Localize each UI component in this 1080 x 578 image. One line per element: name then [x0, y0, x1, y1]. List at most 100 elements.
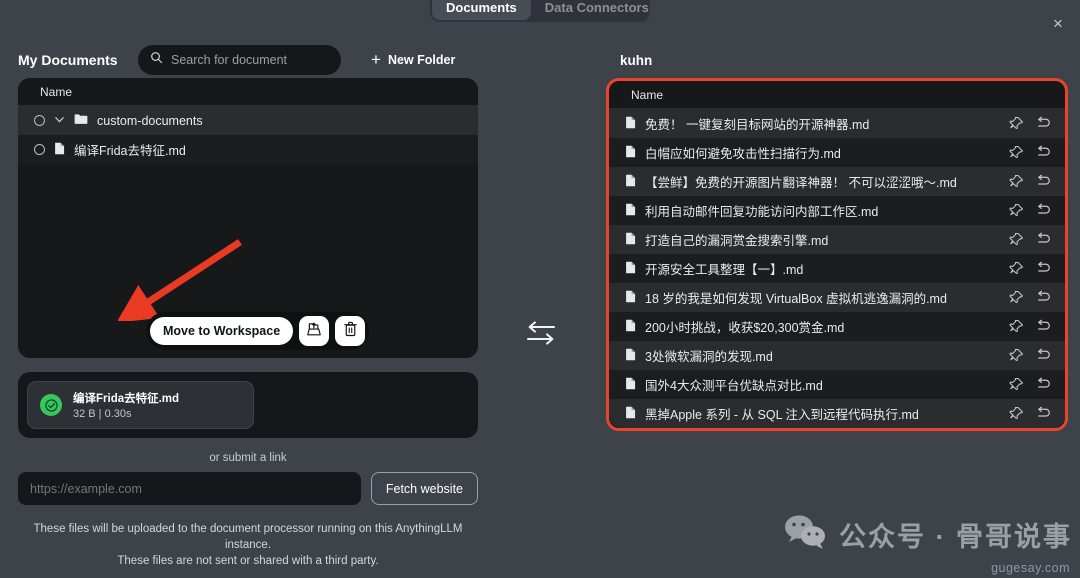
upload-item-text: 编译Frida去特征.md 32 B | 0.30s: [73, 390, 179, 420]
table-row[interactable]: 国外4大众测平台优缺点对比.md: [609, 370, 1065, 399]
pin-icon[interactable]: [1008, 348, 1025, 363]
search-box[interactable]: [138, 45, 341, 75]
move-to-workspace-button[interactable]: Move to Workspace: [150, 317, 294, 345]
watermark-url: gugesay.com: [991, 561, 1070, 575]
pin-icon[interactable]: [1008, 203, 1025, 218]
search-input[interactable]: [171, 53, 329, 67]
annotation-arrow-icon: [118, 239, 242, 321]
move-to-folder-button[interactable]: [299, 316, 330, 346]
plus-icon: +: [371, 50, 381, 69]
remove-from-workspace-icon[interactable]: [1034, 377, 1051, 392]
upload-filename: 编译Frida去特征.md: [73, 393, 180, 405]
pin-icon[interactable]: [1008, 261, 1025, 276]
fetch-website-button[interactable]: Fetch website: [370, 472, 478, 505]
table-row[interactable]: 利用自动邮件回复功能访问内部工作区.md: [609, 196, 1065, 225]
tab-documents[interactable]: Documents: [432, 0, 531, 20]
row-label: 黑掉Apple 系列 - 从 SQL 注入到远程代码执行.md: [645, 408, 919, 422]
move-to-workspace-label: Move to Workspace: [163, 324, 281, 338]
tab-data-connectors-label: Data Connectors: [544, 0, 649, 15]
row-label: 开源安全工具整理【一】.md: [645, 263, 804, 277]
workspace-column: kuhn Name 免费！ 一键复刻目标网站的开源神器.md 白帽应如何避免攻击性…: [606, 42, 1068, 431]
table-row[interactable]: 打造自己的漏洞赏金搜索引擎.md: [609, 225, 1065, 254]
chevron-down-icon[interactable]: [54, 114, 65, 128]
fetch-website-label: Fetch website: [385, 481, 463, 496]
pin-icon[interactable]: [1008, 232, 1025, 247]
row-label: 利用自动邮件回复功能访问内部工作区.md: [645, 205, 879, 219]
row-label: 18 岁的我是如何发现 VirtualBox 虚拟机逃逸漏洞的.md: [645, 292, 947, 306]
folder-move-icon: [306, 321, 322, 342]
row-checkbox[interactable]: [34, 115, 45, 126]
row-label: 3处微软漏洞的发现.md: [645, 350, 773, 364]
tab-data-connectors[interactable]: Data Connectors: [531, 0, 663, 20]
remove-from-workspace-icon[interactable]: [1034, 406, 1051, 421]
table-row[interactable]: 18 岁的我是如何发现 VirtualBox 虚拟机逃逸漏洞的.md: [609, 283, 1065, 312]
remove-from-workspace-icon[interactable]: [1034, 145, 1051, 160]
file-icon: [625, 145, 636, 161]
file-icon: [54, 142, 65, 158]
table-row[interactable]: 编译Frida去特征.md: [18, 135, 478, 164]
file-icon: [625, 290, 636, 306]
upload-disclaimer: These files will be uploaded to the docu…: [18, 521, 478, 569]
my-documents-column: My Documents + New Folder Name: [18, 42, 478, 569]
disclaimer-line-2: These files are not sent or shared with …: [117, 555, 379, 567]
file-icon: [625, 174, 636, 190]
documents-modal: Documents Data Connectors × My Documents: [0, 0, 1080, 578]
file-icon: [625, 261, 636, 277]
row-label: 国外4大众测平台优缺点对比.md: [645, 379, 823, 393]
table-row[interactable]: 免费！ 一键复刻目标网站的开源神器.md: [609, 109, 1065, 138]
success-check-icon: [40, 394, 62, 416]
row-label: 编译Frida去特征.md: [74, 144, 186, 158]
wechat-icon: [783, 513, 829, 556]
pin-icon[interactable]: [1008, 319, 1025, 334]
remove-from-workspace-icon[interactable]: [1034, 348, 1051, 363]
table-row[interactable]: 3处微软漏洞的发现.md: [609, 341, 1065, 370]
workspace-document-list: 免费！ 一键复刻目标网站的开源神器.md 白帽应如何避免攻击性扫描行为.md 【尝鲜…: [609, 109, 1065, 428]
table-row[interactable]: 200小时挑战，收获$20,300赏金.md: [609, 312, 1065, 341]
file-icon: [625, 319, 636, 335]
upload-item: 编译Frida去特征.md 32 B | 0.30s: [27, 381, 254, 429]
row-label: 200小时挑战，收获$20,300赏金.md: [645, 321, 845, 335]
table-row[interactable]: 黑掉Apple 系列 - 从 SQL 注入到远程代码执行.md: [609, 399, 1065, 428]
close-icon[interactable]: ×: [1048, 14, 1068, 34]
folder-icon: [74, 113, 88, 128]
pin-icon[interactable]: [1008, 377, 1025, 392]
url-input[interactable]: [18, 472, 361, 505]
pin-icon[interactable]: [1008, 290, 1025, 305]
transfer-arrows-icon: [524, 316, 558, 350]
selection-action-bar: Move to Workspace: [146, 312, 370, 350]
delete-button[interactable]: [335, 316, 366, 346]
remove-from-workspace-icon[interactable]: [1034, 174, 1051, 189]
remove-from-workspace-icon[interactable]: [1034, 261, 1051, 276]
table-row[interactable]: 【尝鲜】免费的开源图片翻译神器！ 不可以涩涩哦～.md: [609, 167, 1065, 196]
pin-icon[interactable]: [1008, 116, 1025, 131]
remove-from-workspace-icon[interactable]: [1034, 116, 1051, 131]
table-row[interactable]: 开源安全工具整理【一】.md: [609, 254, 1065, 283]
watermark: 公众号 · 骨哥说事: [783, 513, 1072, 556]
pin-icon[interactable]: [1008, 406, 1025, 421]
pin-icon[interactable]: [1008, 145, 1025, 160]
row-label: 免费！ 一键复刻目标网站的开源神器.md: [645, 118, 870, 132]
trash-icon: [343, 321, 358, 342]
upload-results-card: 编译Frida去特征.md 32 B | 0.30s: [18, 372, 478, 438]
remove-from-workspace-icon[interactable]: [1034, 232, 1051, 247]
file-icon: [625, 232, 636, 248]
column-header-name: Name: [631, 87, 664, 102]
file-icon: [625, 348, 636, 364]
remove-from-workspace-icon[interactable]: [1034, 290, 1051, 305]
or-submit-link-label: or submit a link: [209, 452, 287, 464]
remove-from-workspace-icon[interactable]: [1034, 319, 1051, 334]
pin-icon[interactable]: [1008, 174, 1025, 189]
modal-tabbar: Documents Data Connectors: [430, 0, 650, 22]
table-row[interactable]: custom-documents: [18, 106, 478, 135]
row-checkbox[interactable]: [34, 144, 45, 155]
watermark-text: 公众号 · 骨哥说事: [839, 522, 1072, 552]
table-row[interactable]: 白帽应如何避免攻击性扫描行为.md: [609, 138, 1065, 167]
file-icon: [625, 116, 636, 132]
row-label: 白帽应如何避免攻击性扫描行为.md: [645, 147, 841, 161]
remove-from-workspace-icon[interactable]: [1034, 203, 1051, 218]
upload-meta: 32 B | 0.30s: [73, 408, 132, 420]
my-documents-list: custom-documents 编译Frida去特征.md Move to W…: [18, 106, 478, 358]
workspace-panel: Name 免费！ 一键复刻目标网站的开源神器.md 白帽应如何避免攻击性扫描行为.…: [606, 78, 1068, 431]
workspace-panel-inner: Name 免费！ 一键复刻目标网站的开源神器.md 白帽应如何避免攻击性扫描行为.…: [609, 81, 1065, 428]
new-folder-button[interactable]: + New Folder: [371, 50, 455, 69]
